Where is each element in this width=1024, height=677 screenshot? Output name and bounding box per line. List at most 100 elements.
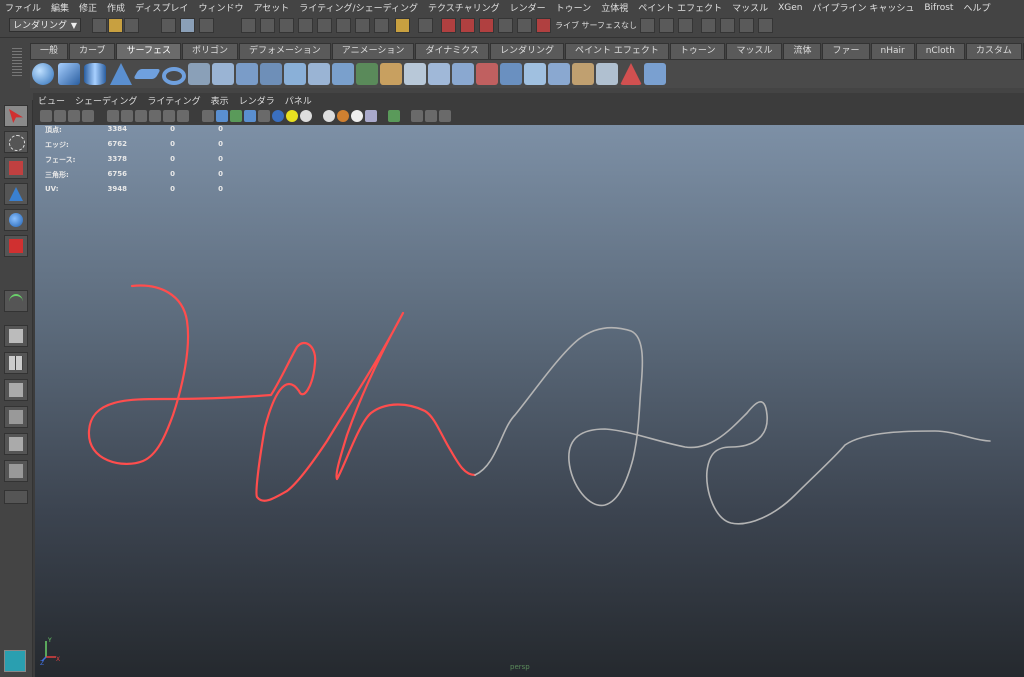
live-magnet-icon[interactable] (536, 18, 551, 33)
align-icon[interactable] (524, 63, 546, 85)
symmetry-icon[interactable] (517, 18, 532, 33)
shelf-tab[interactable]: トゥーン (669, 43, 726, 59)
layout-hypershade-tool[interactable] (4, 433, 28, 455)
safe-action-icon[interactable] (163, 110, 175, 122)
menu-item[interactable]: ファイル (0, 1, 46, 14)
shelf-tab[interactable]: アニメーション (331, 43, 415, 59)
menu-item[interactable]: ペイント エフェクト (633, 1, 727, 14)
smooth-shade-icon[interactable] (216, 110, 228, 122)
menu-item[interactable]: レンダー (505, 1, 551, 14)
nurbs-torus-icon[interactable] (162, 67, 186, 85)
revolve-icon[interactable] (188, 63, 210, 85)
isolate-select-icon[interactable] (388, 110, 400, 122)
trim-tool-icon[interactable] (428, 63, 450, 85)
make-live-icon[interactable] (317, 18, 332, 33)
move-tool[interactable] (4, 183, 28, 205)
untrim-icon[interactable] (452, 63, 474, 85)
open-scene-icon[interactable] (108, 18, 123, 33)
nurbs-plane-icon[interactable] (133, 69, 161, 79)
panel-menu-item[interactable]: シェーディング (70, 94, 142, 108)
perspective-viewport[interactable]: 頂点: 3384 0 0 エッジ: 6762 0 0 フェース: 3378 0 0 三角形: 6756 0 0… (35, 125, 1024, 677)
sculpt-geometry-icon[interactable] (644, 63, 666, 85)
render-current-icon[interactable] (418, 18, 433, 33)
planar-icon[interactable] (236, 63, 258, 85)
intersect-icon[interactable] (404, 63, 426, 85)
input-ops-icon[interactable] (355, 18, 370, 33)
gate-mask-icon[interactable] (135, 110, 147, 122)
rotate-tool[interactable] (4, 209, 28, 231)
menu-set-dropdown[interactable]: レンダリング ▼ (9, 18, 81, 32)
shelf-tab[interactable]: nHair (870, 43, 915, 59)
select-hierarchy-icon[interactable] (161, 18, 176, 33)
motion-blur-icon[interactable] (337, 110, 349, 122)
resolution-gate-icon[interactable] (121, 110, 133, 122)
menu-item[interactable]: 立体視 (596, 1, 633, 14)
shelf-tab[interactable]: ペイント エフェクト (565, 43, 669, 59)
menu-item[interactable]: ウィンドウ (193, 1, 248, 14)
magnet-2-icon[interactable] (460, 18, 475, 33)
shadows-icon[interactable] (300, 110, 312, 122)
magnet-icon[interactable] (441, 18, 456, 33)
save-scene-icon[interactable] (124, 18, 139, 33)
layout-render-tool[interactable] (4, 460, 28, 482)
xray-joints-icon[interactable] (411, 110, 423, 122)
share-icon[interactable] (439, 110, 451, 122)
snap-curve-icon[interactable] (260, 18, 275, 33)
rebuild-icon[interactable] (620, 63, 642, 85)
panel-layout-3-icon[interactable] (739, 18, 754, 33)
menu-item[interactable]: トゥーン (551, 1, 597, 14)
grid-icon[interactable] (82, 110, 94, 122)
ipr-icon[interactable] (659, 18, 674, 33)
attach-icon[interactable] (476, 63, 498, 85)
shelf-tab[interactable]: サーフェス (116, 43, 181, 59)
scale-tool[interactable] (4, 235, 28, 257)
all-lights-icon[interactable] (286, 110, 298, 122)
curve-tool[interactable] (4, 290, 28, 312)
camera-attr-icon[interactable] (40, 110, 52, 122)
layout-four-tool[interactable] (4, 352, 28, 374)
select-object-icon[interactable] (180, 18, 195, 33)
nurbs-cone-icon[interactable] (110, 63, 132, 85)
film-gate-icon[interactable] (107, 110, 119, 122)
loft-icon[interactable] (212, 63, 234, 85)
menu-item[interactable]: マッスル (727, 1, 773, 14)
safe-title-icon[interactable] (177, 110, 189, 122)
snap-grid-icon[interactable] (241, 18, 256, 33)
project-curve-icon[interactable] (380, 63, 402, 85)
menu-item[interactable]: アセット (248, 1, 294, 14)
shelf-tab[interactable]: 一般 (30, 43, 69, 59)
more-layouts-button[interactable] (4, 490, 28, 504)
lasso-tool[interactable] (4, 131, 28, 153)
extend-icon[interactable] (596, 63, 618, 85)
menu-item[interactable]: 修正 (74, 1, 102, 14)
xray-icon[interactable] (244, 110, 256, 122)
shelf-tab[interactable]: ダイナミクス (415, 43, 489, 59)
panel-menu-item[interactable]: パネル (280, 94, 317, 108)
shelf-grip[interactable] (12, 48, 22, 76)
shelf-tab[interactable]: カーブ (69, 43, 116, 59)
anti-alias-icon[interactable] (351, 110, 363, 122)
shelf-tab[interactable]: 流体 (783, 43, 822, 59)
shelf-tab[interactable]: ファー (822, 43, 870, 59)
dof-icon[interactable] (365, 110, 377, 122)
detach-icon[interactable] (500, 63, 522, 85)
select-component-icon[interactable] (199, 18, 214, 33)
menu-item[interactable]: ディスプレイ (130, 1, 193, 14)
birail-icon[interactable] (284, 63, 306, 85)
panel-menu-item[interactable]: ライティング (142, 94, 205, 108)
snap-view-plane-icon[interactable] (298, 18, 313, 33)
wireframe-on-shaded-icon[interactable] (230, 110, 242, 122)
panel-layout-2-icon[interactable] (720, 18, 735, 33)
nurbs-cube-icon[interactable] (58, 63, 80, 85)
new-scene-icon[interactable] (92, 18, 107, 33)
extrude-icon[interactable] (260, 63, 282, 85)
default-light-icon[interactable] (272, 110, 284, 122)
layout-single-tool[interactable] (4, 325, 28, 347)
render-view-icon[interactable] (640, 18, 655, 33)
shelf-tab[interactable]: レンダリング (490, 43, 565, 59)
shelf-tab[interactable]: ポリゴン (181, 43, 238, 59)
field-chart-icon[interactable] (149, 110, 161, 122)
wireframe-icon[interactable] (202, 110, 214, 122)
paint-select-tool[interactable] (4, 157, 28, 179)
menu-item[interactable]: ライティング/シェーディング (294, 1, 423, 14)
